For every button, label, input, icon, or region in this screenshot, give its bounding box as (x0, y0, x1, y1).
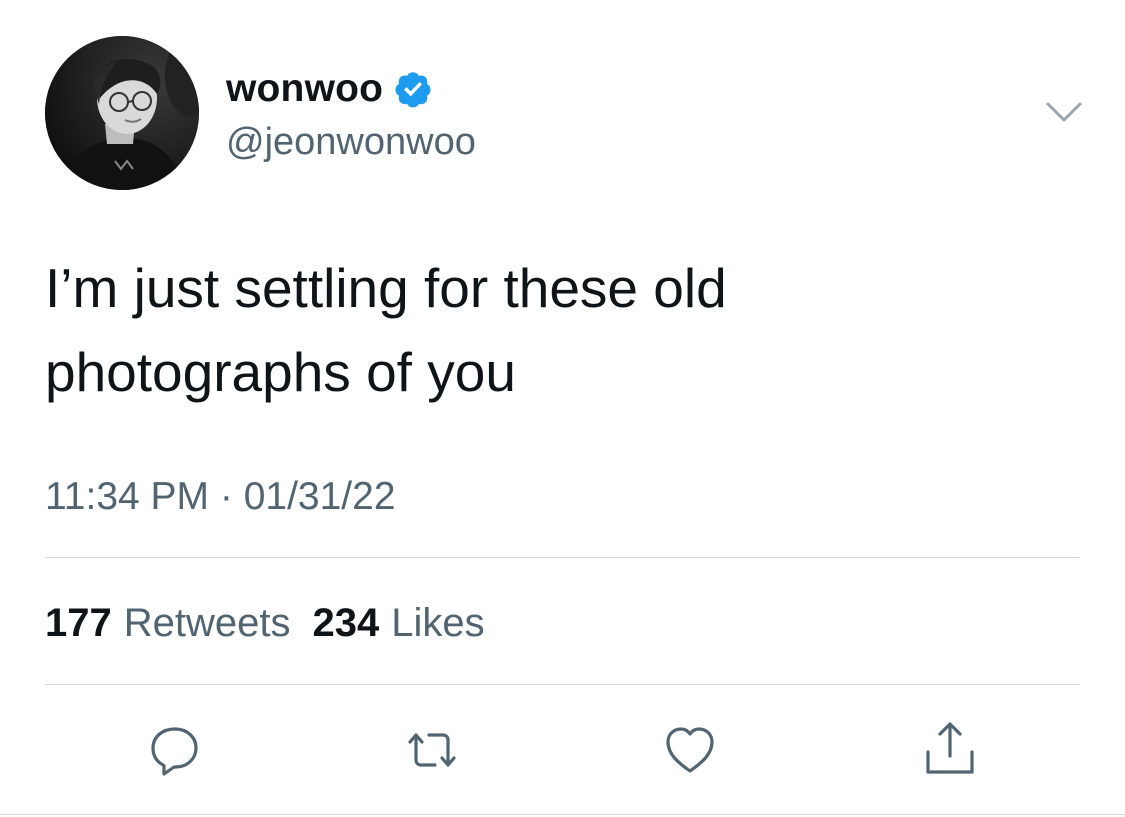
avatar-photo (45, 36, 199, 190)
tweet-timestamp[interactable]: 11:34 PM · 01/31/22 (45, 472, 396, 522)
likes-stat[interactable]: 234 Likes (313, 597, 485, 649)
name-row: wonwoo (226, 66, 433, 112)
display-name[interactable]: wonwoo (226, 66, 383, 112)
likes-count: 234 (312, 601, 380, 645)
user-handle[interactable]: @jeonwonwoo (226, 119, 476, 165)
divider (45, 557, 1080, 558)
retweet-icon (408, 733, 456, 767)
tweet-text-line: photographs of you (45, 341, 516, 403)
action-bar (0, 720, 1125, 780)
retweets-label: Retweets (123, 601, 291, 645)
like-button[interactable] (660, 720, 720, 780)
tweet-text: I’m just settling for these old photogra… (45, 246, 1075, 414)
engagement-stats: 177 Retweets 234 Likes (45, 597, 485, 649)
share-button[interactable] (920, 720, 980, 780)
share-icon (926, 722, 974, 774)
avatar[interactable] (45, 36, 199, 190)
retweets-stat[interactable]: 177 Retweets (45, 597, 291, 649)
verified-badge-icon (393, 69, 433, 109)
reply-button[interactable] (145, 720, 205, 780)
tweet-text-line: I’m just settling for these old (45, 257, 727, 319)
heart-icon (666, 727, 714, 773)
likes-label: Likes (391, 601, 485, 645)
retweet-button[interactable] (402, 720, 462, 780)
chevron-down-icon[interactable] (1044, 98, 1084, 128)
tweet-card: wonwoo @jeonwonwoo I’m just settling for… (0, 0, 1125, 817)
reply-icon (151, 727, 198, 776)
divider (0, 814, 1125, 815)
retweets-count: 177 (45, 601, 112, 645)
divider (45, 684, 1080, 685)
